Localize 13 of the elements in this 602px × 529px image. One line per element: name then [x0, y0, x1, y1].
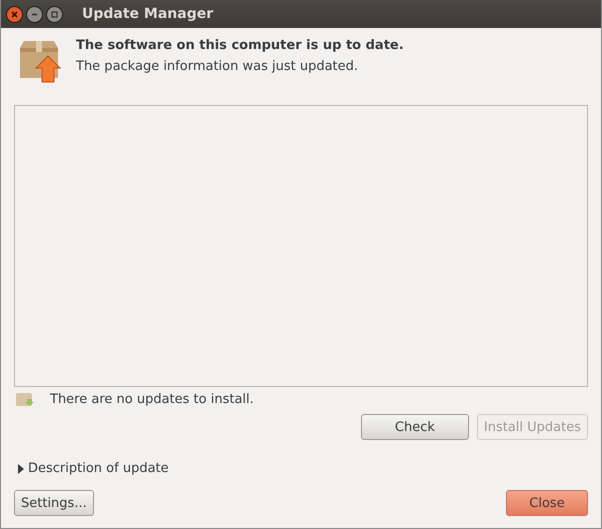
close-button[interactable]: Close — [506, 490, 588, 516]
package-icon — [16, 391, 34, 407]
expander-arrow-icon — [17, 464, 25, 474]
minimize-icon[interactable] — [26, 6, 43, 22]
window-title: Update Manager — [82, 6, 214, 22]
status-message: There are no updates to install. — [50, 392, 254, 406]
maximize-icon[interactable] — [46, 6, 63, 22]
status-heading: The software on this computer is up to date. — [76, 38, 404, 53]
close-icon[interactable] — [6, 6, 23, 22]
status-subtitle: The package information was just updated. — [76, 59, 360, 74]
check-button[interactable]: Check — [360, 414, 469, 440]
settings-button[interactable]: Settings... — [14, 490, 94, 516]
description-expander[interactable]: Description of update — [14, 461, 169, 476]
